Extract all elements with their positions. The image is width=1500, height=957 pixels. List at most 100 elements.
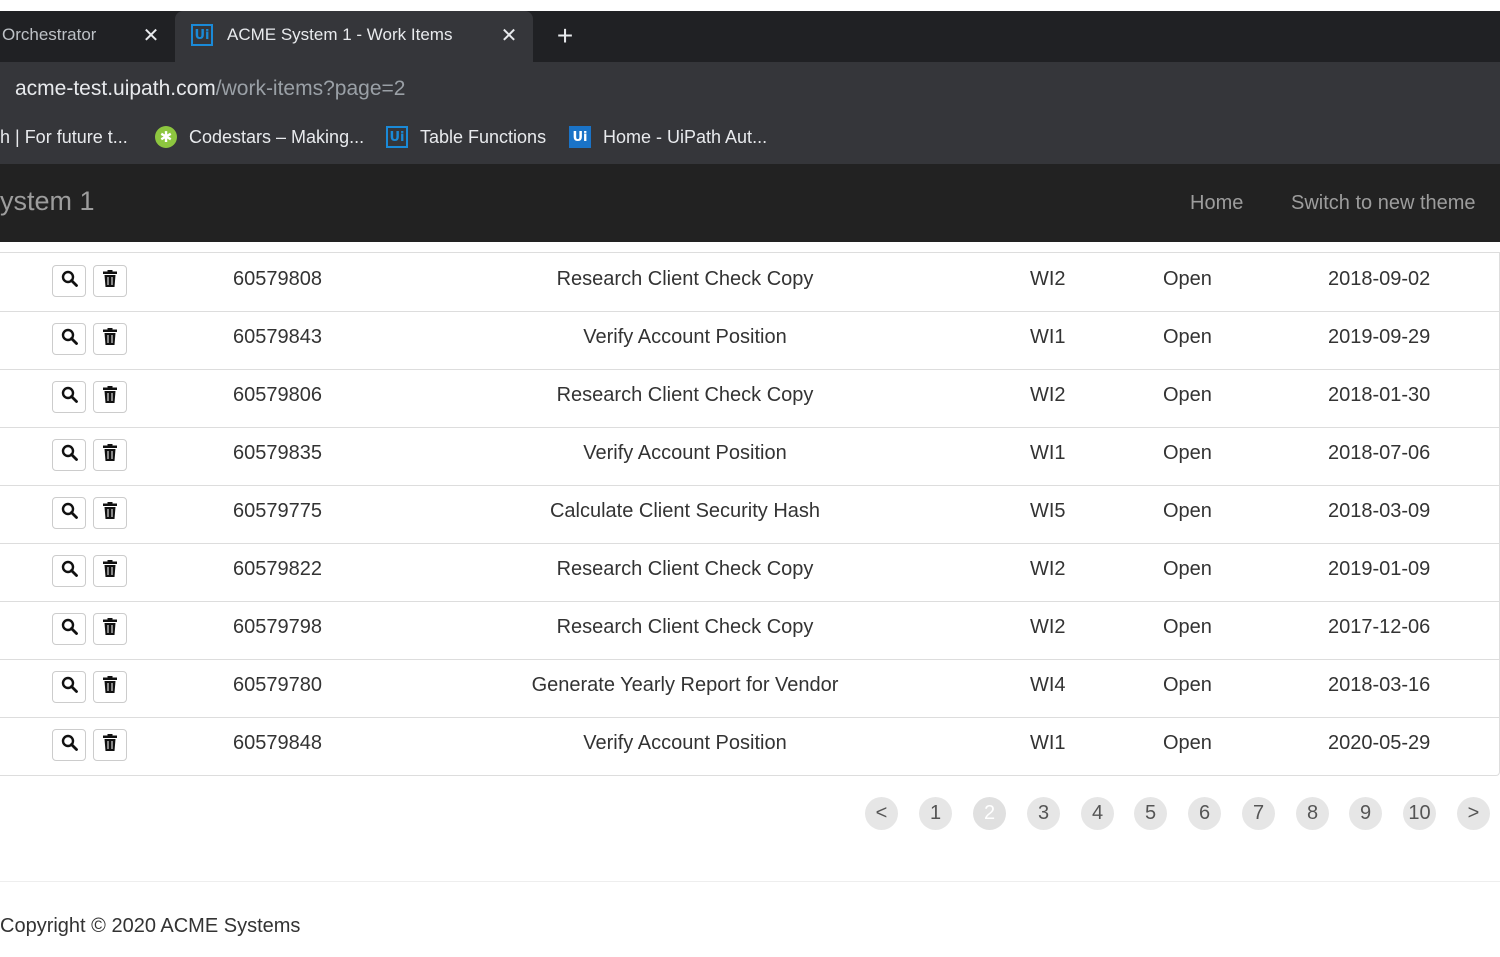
bookmark-for-future[interactable]: h | For future t... [0, 110, 128, 164]
trash-icon [103, 734, 117, 756]
work-item-id: 60579835 [233, 442, 322, 464]
view-search-button[interactable] [52, 555, 86, 587]
work-item-description: Research Client Check Copy [556, 558, 814, 580]
work-item-status: Open [1163, 326, 1212, 348]
delete-button[interactable] [93, 613, 127, 645]
table-row: 60579843 Verify Account Position WI1 Open 20… [0, 311, 1499, 370]
pagination-prev[interactable]: < [865, 797, 898, 830]
pagination-next[interactable]: > [1457, 797, 1490, 830]
close-icon[interactable]: ✕ [498, 24, 520, 47]
url-path: /work-items?page=2 [215, 77, 406, 100]
delete-button[interactable] [93, 381, 127, 413]
work-item-date: 2018-03-09 [1328, 500, 1431, 522]
work-item-id: 60579775 [233, 500, 322, 522]
bookmark-label: Table Functions [420, 126, 547, 147]
uipath-icon: Ui [191, 24, 213, 46]
delete-button[interactable] [93, 265, 127, 297]
delete-button[interactable] [93, 439, 127, 471]
view-search-button[interactable] [52, 439, 86, 471]
view-search-button[interactable] [52, 729, 86, 761]
pagination-page-10[interactable]: 10 [1403, 797, 1436, 830]
work-item-status: Open [1163, 442, 1212, 464]
pagination-page-6[interactable]: 6 [1188, 797, 1221, 830]
pagination-page-9[interactable]: 9 [1349, 797, 1382, 830]
tab-label: ACME System 1 - Work Items [227, 25, 453, 44]
work-item-description: Calculate Client Security Hash [549, 500, 821, 522]
table-row: 60579808 Research Client Check Copy WI2 Ope… [0, 253, 1499, 312]
address-bar[interactable]: acme-test.uipath.com/work-items?page=2 [0, 62, 1500, 110]
trash-icon [103, 328, 117, 350]
table-row: 60579775 Calculate Client Security Hash WI… [0, 485, 1499, 544]
delete-button[interactable] [93, 729, 127, 761]
work-item-status: Open [1163, 500, 1212, 522]
view-search-button[interactable] [52, 671, 86, 703]
work-item-id: 60579798 [233, 616, 322, 638]
work-item-type: WI5 [1030, 500, 1066, 522]
browser-tab-bar: Orchestrator ✕ Ui ACME System 1 - Work I… [0, 11, 1500, 62]
trash-icon [103, 618, 117, 640]
view-search-button[interactable] [52, 613, 86, 645]
nav-switch-theme-link[interactable]: Switch to new theme [1291, 192, 1476, 215]
search-icon [61, 328, 78, 350]
brand-title[interactable]: ystem 1 [0, 186, 95, 217]
work-item-date: 2019-09-29 [1328, 326, 1431, 348]
bookmark-label: Codestars – Making... [189, 126, 365, 147]
bookmark-home-uipath[interactable]: Ui Home - UiPath Aut... [569, 110, 767, 164]
view-search-button[interactable] [52, 323, 86, 355]
close-icon[interactable]: ✕ [140, 24, 162, 47]
work-item-status: Open [1163, 268, 1212, 290]
work-item-id: 60579848 [233, 732, 322, 754]
work-item-description: Verify Account Position [583, 732, 787, 754]
app-navbar: ystem 1 Home Switch to new theme [0, 164, 1500, 242]
work-item-type: WI2 [1030, 558, 1066, 580]
pagination-page-1[interactable]: 1 [919, 797, 952, 830]
table-row: 60579806 Research Client Check Copy WI2 Ope… [0, 369, 1499, 428]
table-row: 60579780 Generate Yearly Report for Vendo… [0, 659, 1499, 718]
work-item-type: WI1 [1030, 326, 1066, 348]
footer-copyright: Copyright © 2020 ACME Systems [0, 915, 301, 937]
footer-divider [0, 881, 1500, 882]
view-search-button[interactable] [52, 497, 86, 529]
work-item-id: 60579806 [233, 384, 322, 406]
uipath-solid-icon: Ui [569, 126, 591, 148]
pagination-page-7[interactable]: 7 [1242, 797, 1275, 830]
bookmark-table-functions[interactable]: Ui Table Functions [386, 110, 546, 164]
delete-button[interactable] [93, 323, 127, 355]
table-row: 60579798 Research Client Check Copy WI2 Ope… [0, 601, 1499, 660]
search-icon [61, 270, 78, 292]
view-search-button[interactable] [52, 265, 86, 297]
delete-button[interactable] [93, 555, 127, 587]
delete-button[interactable] [93, 497, 127, 529]
work-item-description: Research Client Check Copy [556, 384, 814, 406]
window-top-strip [0, 0, 1500, 11]
bookmark-codestars[interactable]: ✱ Codestars – Making... [155, 110, 364, 164]
pagination-page-5[interactable]: 5 [1134, 797, 1167, 830]
trash-icon [103, 502, 117, 524]
pagination-page-3[interactable]: 3 [1027, 797, 1060, 830]
bookmark-label: Home - UiPath Aut... [603, 126, 768, 147]
search-icon [61, 502, 78, 524]
search-icon [61, 386, 78, 408]
delete-button[interactable] [93, 671, 127, 703]
url-field[interactable]: acme-test.uipath.com/work-items?page=2 [15, 77, 405, 101]
new-tab-plus-icon[interactable]: + [552, 20, 578, 51]
trash-icon [103, 270, 117, 292]
work-item-description: Research Client Check Copy [556, 616, 814, 638]
work-items-table: 60579808 Research Client Check Copy WI2 Ope… [0, 252, 1500, 776]
nav-home-link[interactable]: Home [1190, 192, 1243, 215]
work-item-description: Generate Yearly Report for Vendor [531, 674, 839, 696]
pagination-page-4[interactable]: 4 [1081, 797, 1114, 830]
codestars-icon: ✱ [155, 126, 177, 148]
work-item-date: 2018-07-06 [1328, 442, 1431, 464]
work-item-status: Open [1163, 732, 1212, 754]
work-item-type: WI2 [1030, 268, 1066, 290]
work-item-date: 2020-05-29 [1328, 732, 1431, 754]
view-search-button[interactable] [52, 381, 86, 413]
table-row: 60579848 Verify Account Position WI1 Open 20… [0, 717, 1499, 775]
tab-orchestrator[interactable]: Orchestrator ✕ [0, 11, 175, 62]
pagination-page-2-current[interactable]: 2 [973, 797, 1006, 830]
search-icon [61, 560, 78, 582]
tab-acme-work-items[interactable]: Ui ACME System 1 - Work Items ✕ [175, 11, 533, 62]
work-item-status: Open [1163, 616, 1212, 638]
pagination-page-8[interactable]: 8 [1296, 797, 1329, 830]
